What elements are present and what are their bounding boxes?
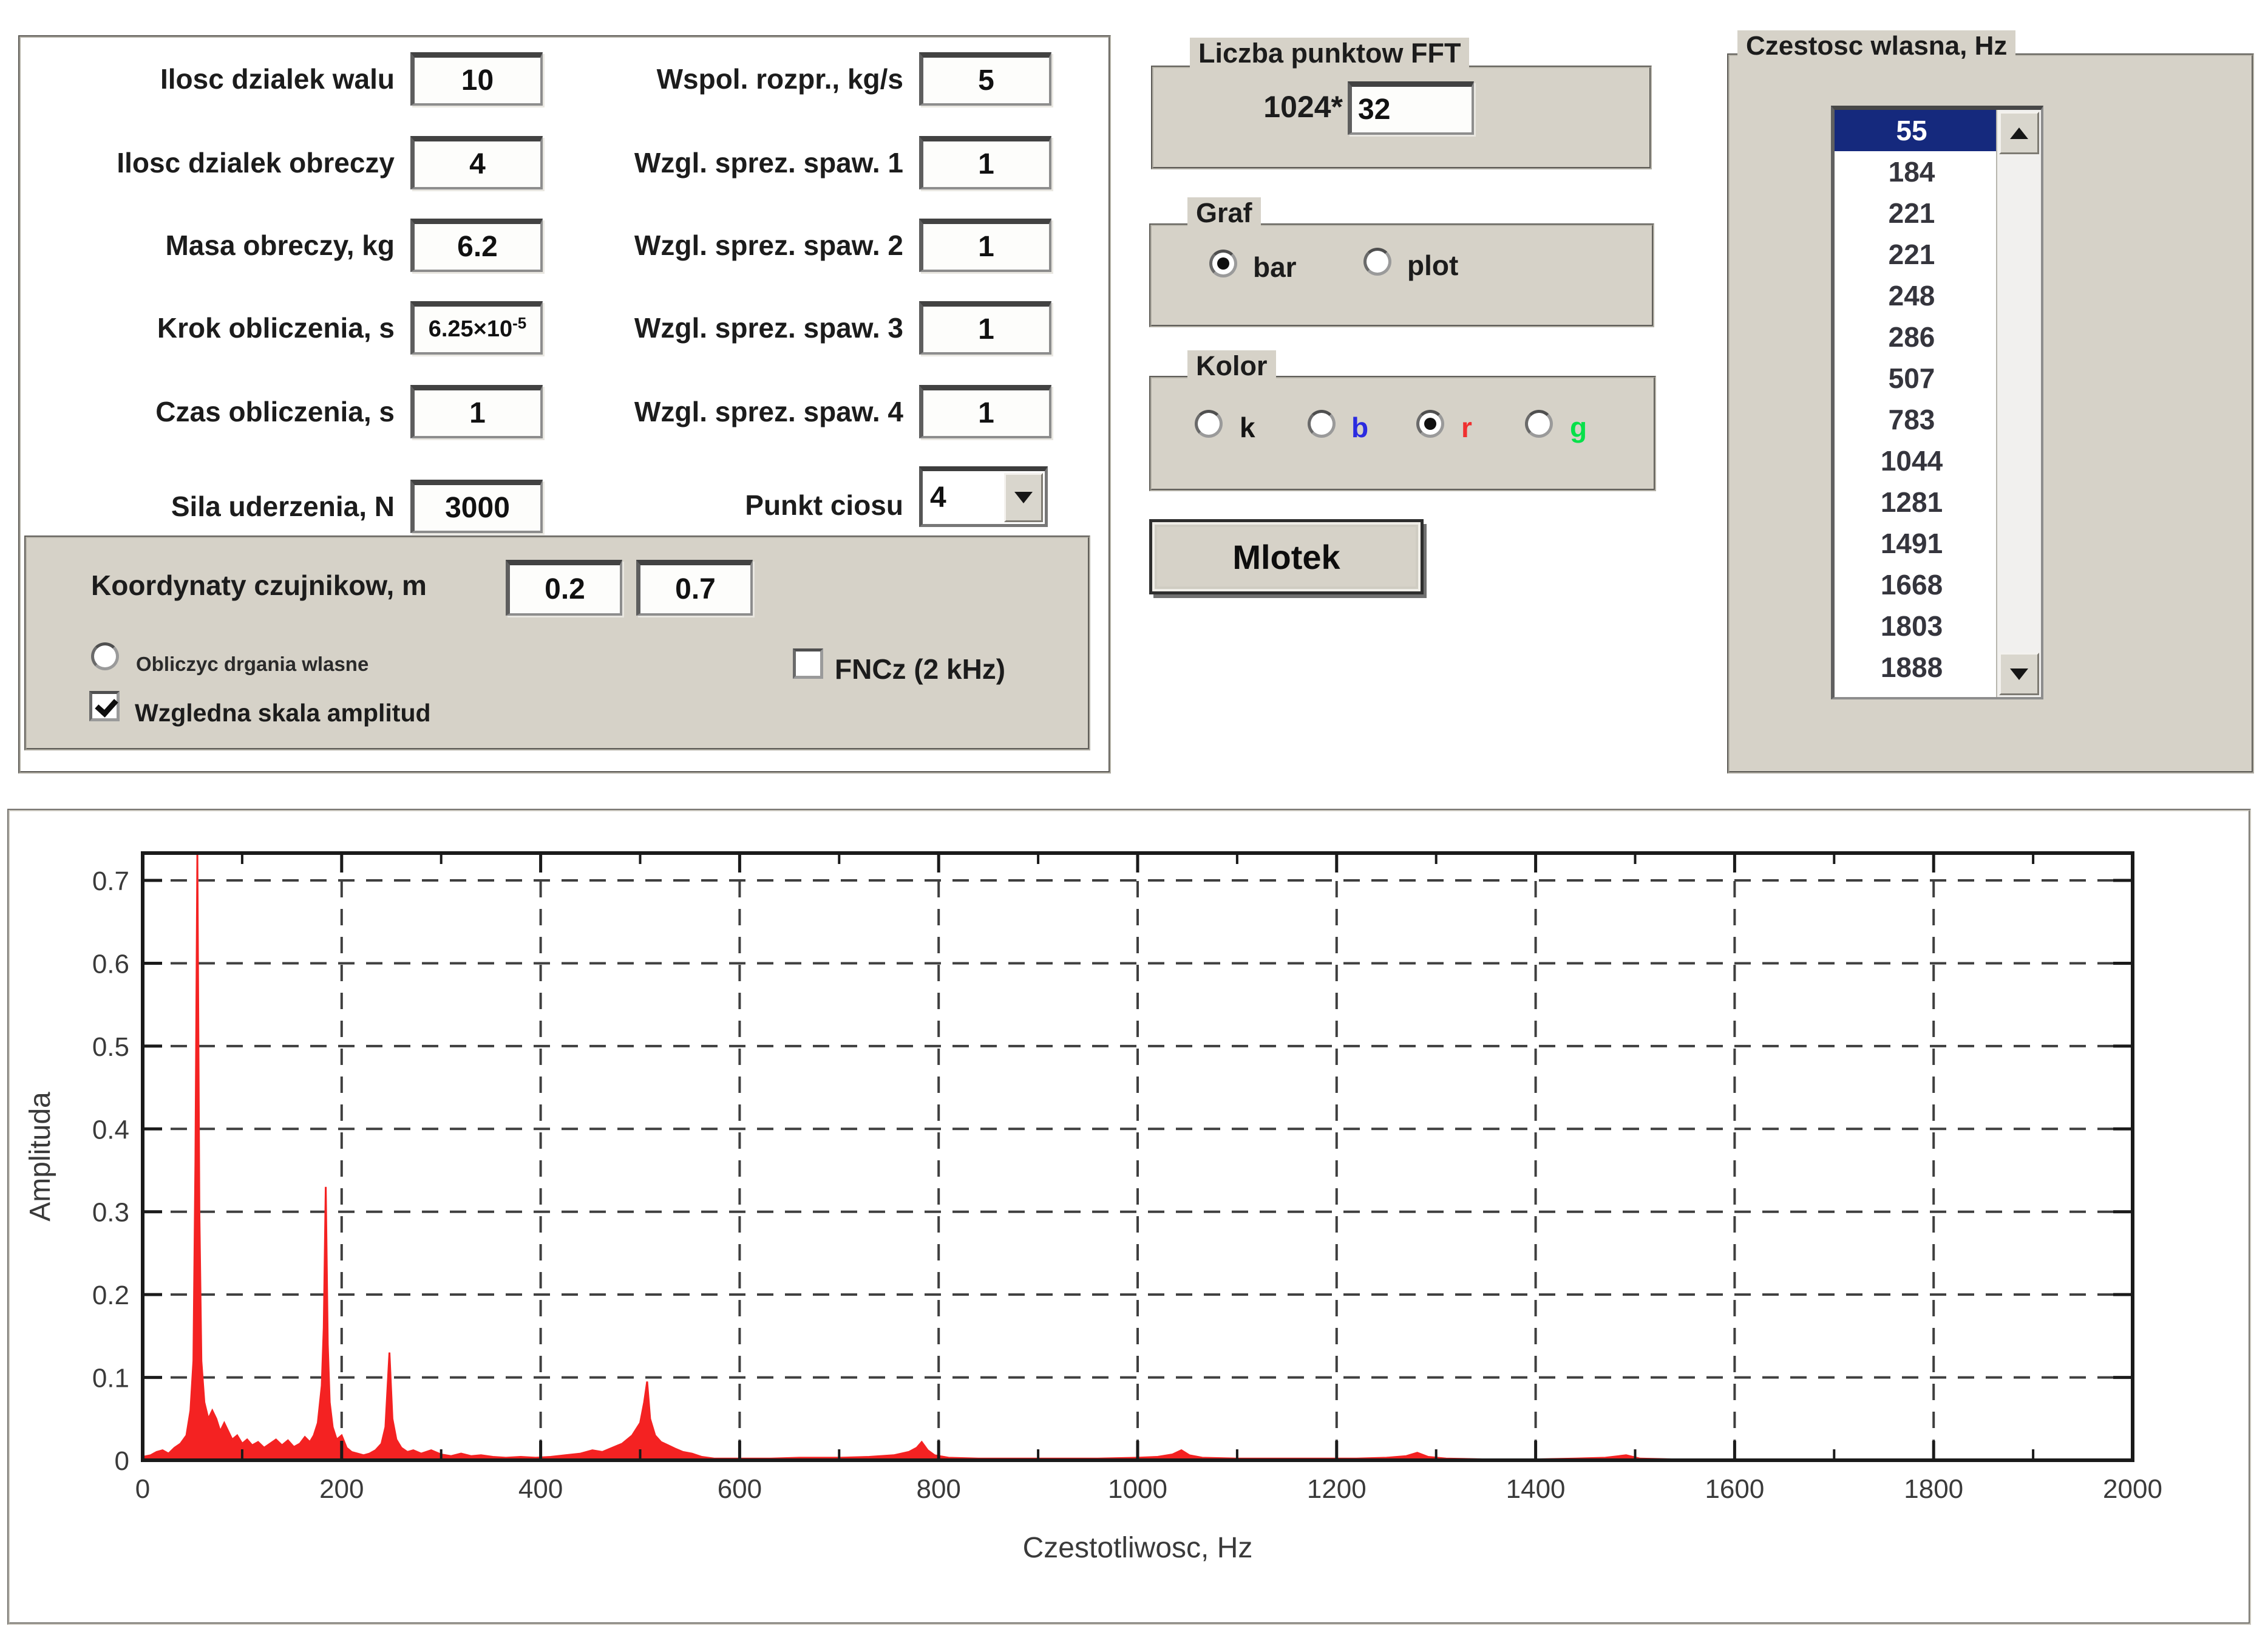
input-czas-obliczenia[interactable]: 1: [410, 385, 543, 438]
label-obliczyc-drgania: Obliczyc drgania wlasne: [136, 653, 369, 675]
label-wzgledna-skala: Wzgledna skala amplitud: [135, 699, 431, 727]
input-value: 1: [469, 397, 486, 429]
input-wspol-rozpr[interactable]: 5: [919, 52, 1051, 106]
input-wzgl-sprez-spaw-1[interactable]: 1: [919, 136, 1051, 189]
input-masa-obreczy[interactable]: 6.2: [410, 219, 543, 272]
punkt-ciosu-value: 4: [930, 481, 946, 514]
input-value: 4: [469, 148, 486, 180]
label-ilosc-dzialek-walu: Ilosc dzialek walu: [160, 63, 395, 95]
label-wspol-rozpr: Wspol. rozpr., kg/s: [656, 63, 903, 95]
input-value: 5: [978, 64, 994, 97]
input-value: 3000: [445, 492, 510, 524]
arrow-down-icon: [2010, 668, 2028, 680]
input-koordynata-2[interactable]: 0.7: [636, 560, 753, 616]
fft-points-input[interactable]: 32: [1348, 81, 1474, 135]
scroll-down-button[interactable]: [1999, 653, 2039, 695]
input-value-exponent: -5: [512, 314, 527, 332]
radio-kolor-k[interactable]: [1195, 410, 1223, 438]
label-sila-uderzenia: Sila uderzenia, N: [171, 491, 395, 522]
input-sila-uderzenia[interactable]: 3000: [410, 480, 543, 533]
radio-graf-plot[interactable]: [1363, 248, 1391, 276]
label-kolor-g: g: [1570, 412, 1587, 443]
input-wzgl-sprez-spaw-2[interactable]: 1: [919, 219, 1051, 272]
input-value: 32: [1358, 94, 1391, 126]
radio-obliczyc-drgania[interactable]: [91, 642, 119, 670]
radio-kolor-b[interactable]: [1308, 410, 1336, 438]
fft-group-title: Liczba punktow FFT: [1190, 38, 1470, 69]
label-wzgl-sprez-spaw-4: Wzgl. sprez. spaw. 4: [634, 396, 903, 427]
kolor-group-title: Kolor: [1187, 350, 1276, 382]
input-value: 1: [978, 148, 994, 180]
arrow-up-icon: [2010, 127, 2028, 139]
app-window: Ilosc dzialek walu 10 Ilosc dzialek obre…: [0, 0, 2268, 1643]
label-ilosc-dzialek-obreczy: Ilosc dzialek obreczy: [117, 147, 395, 179]
input-ilosc-dzialek-obreczy[interactable]: 4: [410, 136, 543, 189]
label-graf-bar: bar: [1253, 251, 1297, 283]
label-wzgl-sprez-spaw-2: Wzgl. sprez. spaw. 2: [634, 230, 903, 261]
figure-panel: [7, 809, 2251, 1625]
input-value: 6.2: [457, 231, 498, 263]
fft-prefix: 1024*: [1263, 90, 1343, 124]
input-value: 1: [978, 397, 994, 429]
label-fncz: FNCz (2 kHz): [835, 653, 1006, 685]
graf-group-title: Graf: [1187, 197, 1261, 229]
frequencies-listbox[interactable]: 55 184 221 221 248 286 507 783 1044 1281…: [1831, 106, 2043, 699]
checkbox-wzgledna-skala[interactable]: [89, 691, 120, 721]
checkbox-fncz[interactable]: [793, 648, 823, 679]
label-kolor-r: r: [1461, 412, 1472, 443]
label-krok-obliczenia: Krok obliczenia, s: [157, 312, 395, 344]
input-wzgl-sprez-spaw-4[interactable]: 1: [919, 385, 1051, 438]
label-kolor-k: k: [1240, 412, 1255, 443]
label-punkt-ciosu: Punkt ciosu: [745, 489, 903, 521]
label-wzgl-sprez-spaw-3: Wzgl. sprez. spaw. 3: [634, 312, 903, 344]
radio-kolor-g[interactable]: [1525, 410, 1553, 438]
frequencies-panel-title: Czestosc wlasna, Hz: [1737, 30, 2016, 62]
label-czas-obliczenia: Czas obliczenia, s: [155, 396, 395, 427]
input-ilosc-dzialek-walu[interactable]: 10: [410, 52, 543, 106]
input-wzgl-sprez-spaw-3[interactable]: 1: [919, 301, 1051, 355]
input-value: 0.7: [675, 573, 716, 605]
label-graf-plot: plot: [1407, 250, 1459, 281]
mlotek-button[interactable]: Mlotek: [1149, 519, 1424, 594]
punkt-ciosu-dropdown[interactable]: 4: [919, 466, 1048, 527]
radio-graf-bar[interactable]: [1209, 250, 1237, 277]
chevron-down-icon: [1014, 492, 1033, 503]
input-koordynata-1[interactable]: 0.2: [506, 560, 622, 616]
listbox-scrollbar[interactable]: [1996, 110, 2041, 697]
dropdown-arrow-button[interactable]: [1004, 473, 1043, 522]
input-value: 10: [461, 64, 494, 97]
label-masa-obreczy: Masa obreczy, kg: [165, 230, 395, 261]
scroll-up-button[interactable]: [1999, 112, 2039, 154]
label-koordynaty: Koordynaty czujnikow, m: [91, 570, 427, 601]
mlotek-button-label: Mlotek: [1232, 537, 1340, 576]
label-wzgl-sprez-spaw-1: Wzgl. sprez. spaw. 1: [634, 147, 903, 179]
radio-kolor-r[interactable]: [1416, 410, 1444, 438]
input-value: 0.2: [545, 573, 585, 605]
input-value: 1: [978, 313, 994, 345]
label-kolor-b: b: [1351, 412, 1369, 443]
input-value: 1: [978, 231, 994, 263]
input-krok-obliczenia[interactable]: 6.25×10 -5: [410, 301, 543, 355]
input-value: 6.25×10: [428, 316, 513, 342]
